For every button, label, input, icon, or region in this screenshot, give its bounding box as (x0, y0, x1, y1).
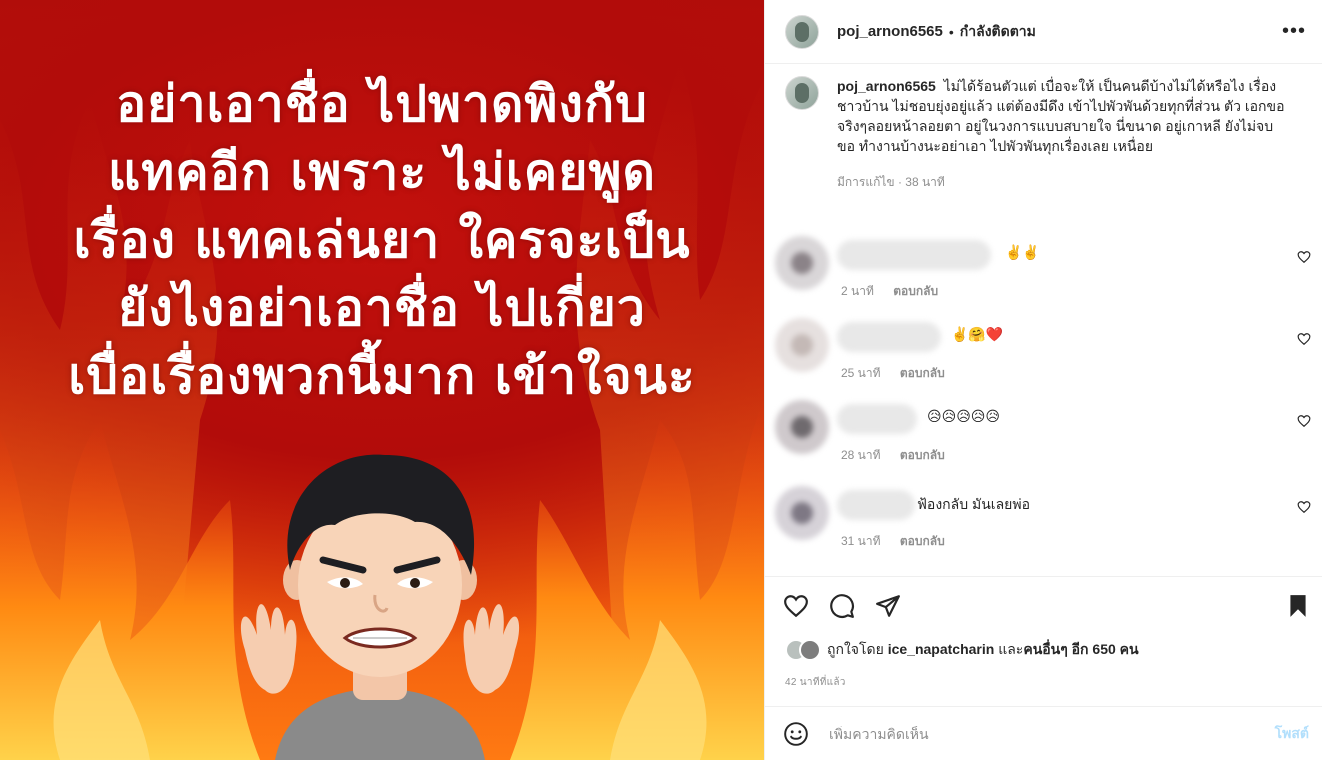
reply-button[interactable]: ตอบกลับ (900, 366, 945, 380)
edited-label: มีการแก้ไข (837, 175, 895, 189)
comment-username-redacted[interactable] (837, 322, 941, 352)
comment-time: 28 นาที (841, 448, 881, 462)
following-button[interactable]: กำลังติดตาม (960, 21, 1036, 43)
liked-by-label: ถูกใจโดย (827, 641, 884, 657)
comment-meta: 31 นาที ตอบกลับ (841, 532, 945, 551)
reply-button[interactable]: ตอบกลับ (893, 284, 938, 298)
comment-text: ✌️✌️ (1005, 244, 1040, 260)
more-options-icon[interactable]: ••• (1282, 20, 1306, 43)
share-icon[interactable] (875, 593, 901, 619)
reply-button[interactable]: ตอบกลับ (900, 534, 945, 548)
comment-avatar[interactable] (775, 486, 829, 540)
post-detail-panel: poj_arnon6565 • กำลังติดตาม ••• poj_arno… (764, 0, 1322, 760)
heart-icon[interactable] (783, 593, 809, 619)
comment-avatar[interactable] (775, 318, 829, 372)
comment-text: 😥😥😥😥😥 (927, 408, 1000, 424)
liker-username[interactable]: ice_napatcharin (888, 641, 995, 657)
comment-like-heart-icon[interactable] (1297, 250, 1311, 264)
author-username[interactable]: poj_arnon6565 (837, 23, 943, 40)
post-text-line: เบื่อเรื่องพวกนี้มาก เข้าใจนะ (68, 347, 696, 405)
add-comment-bar: โพสต์ (765, 706, 1322, 760)
cartoon-avatar-illustration (240, 454, 520, 760)
comment-text: ✌️🤗❤️ (951, 326, 1004, 342)
comment-username-redacted[interactable] (837, 404, 917, 434)
comment-username-redacted[interactable] (837, 490, 915, 520)
comment-time: 25 นาที (841, 366, 881, 380)
bookmark-icon[interactable] (1285, 593, 1311, 619)
post-actions: ถูกใจโดย ice_napatcharin และคนอื่นๆ อีก … (765, 576, 1322, 706)
separator-dot: • (948, 23, 954, 40)
comment-avatar[interactable] (775, 400, 829, 454)
others-likes-link[interactable]: คนอื่นๆ อีก 650 คน (1023, 641, 1138, 657)
liker-avatar[interactable] (799, 639, 821, 661)
post-timestamp: 42 นาทีที่แล้ว (785, 677, 846, 688)
comment-item: ฟ้องกลับ มันเลยพ่อ 31 นาที ตอบกลับ (775, 486, 1311, 558)
post-text-line: ยังไงอย่าเอาชื่อ ไปเกี่ยว (118, 279, 646, 337)
comment-like-heart-icon[interactable] (1297, 414, 1311, 428)
comment-item: 😥😥😥😥😥 28 นาที ตอบกลับ (775, 400, 1311, 472)
comment-meta: 2 นาที ตอบกลับ (841, 282, 938, 301)
post-image-text: อย่าเอาชื่อ ไปพาดพิงกับ แทคอีก เพราะ ไม่… (8, 70, 756, 410)
comment-avatar[interactable] (775, 236, 829, 290)
likes-summary: ถูกใจโดย ice_napatcharin และคนอื่นๆ อีก … (785, 639, 1139, 661)
caption-username[interactable]: poj_arnon6565 (837, 78, 936, 94)
comment-input[interactable] (829, 725, 1275, 742)
post-image: อย่าเอาชื่อ ไปพาดพิงกับ แทคอีก เพราะ ไม่… (0, 0, 764, 760)
post-text-line: แทคอีก เพราะ ไม่เคยพูด (108, 143, 656, 201)
comment-meta: 25 นาที ตอบกลับ (841, 364, 945, 383)
emoji-icon[interactable] (783, 721, 809, 747)
comment-username-redacted[interactable] (837, 240, 991, 270)
comment-time: 31 นาที (841, 534, 881, 548)
author-avatar[interactable] (785, 14, 819, 49)
comment-icon[interactable] (829, 593, 855, 619)
comment-like-heart-icon[interactable] (1297, 500, 1311, 514)
post-text-line: อย่าเอาชื่อ ไปพาดพิงกับ (116, 75, 648, 133)
caption-meta: มีการแก้ไข · 38 นาที (837, 172, 1285, 192)
post-header: poj_arnon6565 • กำลังติดตาม ••• (765, 0, 1322, 64)
comment-text: ฟ้องกลับ มันเลยพ่อ (917, 496, 1030, 512)
comment-time: 2 นาที (841, 284, 874, 298)
comment-item: ✌️🤗❤️ 25 นาที ตอบกลับ (775, 318, 1311, 390)
caption-time: 38 นาที (905, 175, 945, 189)
post-comment-button[interactable]: โพสต์ (1275, 723, 1309, 745)
comment-like-heart-icon[interactable] (1297, 332, 1311, 346)
comment-meta: 28 นาที ตอบกลับ (841, 446, 945, 465)
meta-dot: · (897, 175, 902, 189)
post-text-line: เรื่อง แทคเล่นยา ใครจะเป็น (73, 211, 691, 269)
reply-button[interactable]: ตอบกลับ (900, 448, 945, 462)
and-label: และ (998, 641, 1024, 657)
caption-author-avatar[interactable] (785, 76, 819, 110)
comment-item: ✌️✌️ 2 นาที ตอบกลับ (775, 236, 1311, 308)
post-caption: poj_arnon6565 ไม่ได้ร้อนตัวแต่ เบื่อจะให… (785, 76, 1305, 192)
